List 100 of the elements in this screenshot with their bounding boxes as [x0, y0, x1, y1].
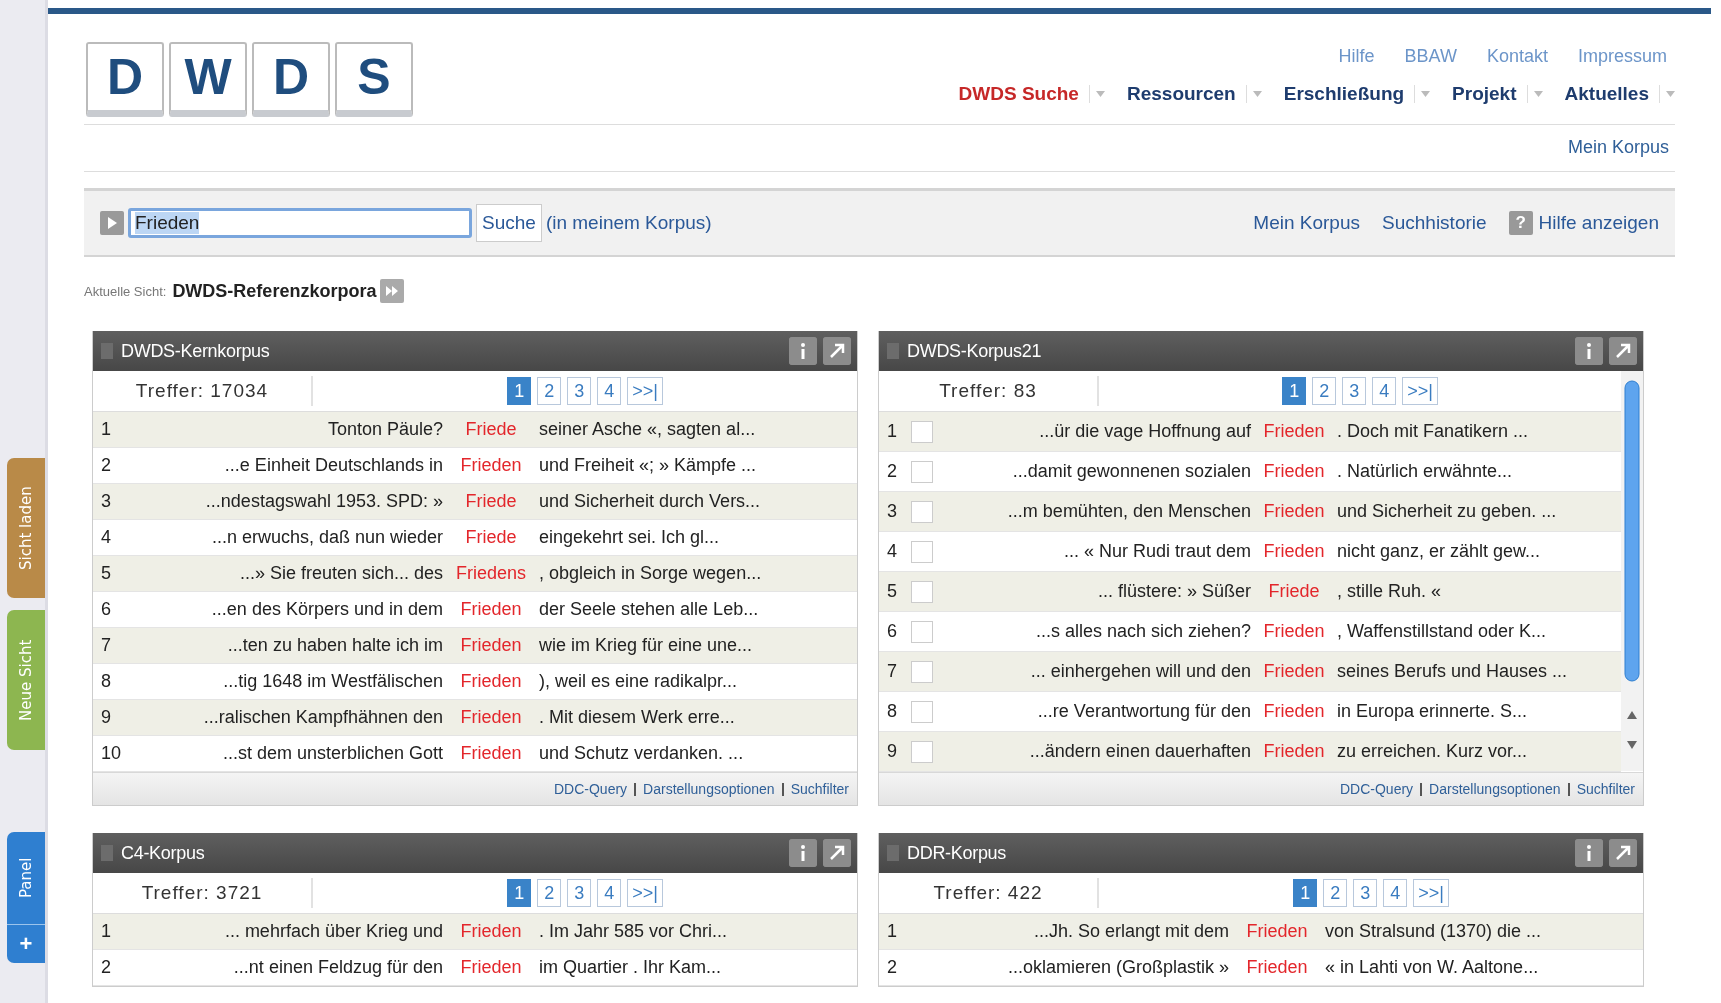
search-field[interactable]: Frieden [128, 208, 472, 238]
footer-link[interactable]: Suchfilter [1576, 781, 1635, 797]
checkbox[interactable] [911, 420, 933, 443]
keyword-match[interactable]: Frieden [1255, 621, 1333, 642]
nav-item[interactable]: Projekt [1452, 83, 1517, 105]
keyword-match[interactable]: Frieden [1255, 461, 1333, 482]
page-button[interactable]: 3 [1342, 377, 1367, 405]
checkbox[interactable] [911, 740, 933, 763]
help-link[interactable]: Hilfe anzeigen [1538, 212, 1659, 234]
checkbox[interactable] [911, 660, 933, 683]
toolbar-link[interactable]: Suchhistorie [1382, 212, 1487, 234]
logo-tile[interactable]: W [169, 42, 247, 117]
info-icon[interactable] [1575, 337, 1603, 365]
checkbox[interactable] [911, 540, 933, 563]
caret-icon[interactable] [1421, 91, 1431, 97]
page-button[interactable]: 3 [567, 377, 592, 405]
nav-item[interactable]: Ressourcen [1126, 83, 1236, 105]
page-button[interactable]: 1 [507, 377, 532, 405]
nav-item[interactable]: Erschließung [1283, 83, 1405, 105]
keyword-match[interactable]: Frieden [447, 455, 535, 476]
expand-arrow-icon[interactable] [823, 337, 851, 365]
page-button[interactable]: 2 [1312, 377, 1337, 405]
checkbox[interactable] [911, 580, 933, 603]
page-button[interactable]: 3 [1353, 879, 1378, 907]
page-button[interactable]: >>| [1402, 377, 1438, 405]
keyword-match[interactable]: Friede [447, 491, 535, 512]
keyword-match[interactable]: Frieden [1255, 701, 1333, 722]
footer-link[interactable]: Darstellungsoptionen [643, 781, 775, 797]
caret-icon[interactable] [1533, 91, 1543, 97]
keyword-match[interactable]: Frieden [447, 957, 535, 978]
caret-icon[interactable] [1666, 91, 1675, 97]
drag-handle-icon[interactable] [101, 343, 113, 359]
keyword-match[interactable]: Friede [447, 419, 535, 440]
keyword-match[interactable]: Frieden [447, 671, 535, 692]
expand-arrow-icon[interactable] [1609, 337, 1637, 365]
caret-icon[interactable] [1252, 91, 1262, 97]
page-button[interactable]: 1 [1282, 377, 1307, 405]
nav-item[interactable]: DWDS Suche [958, 83, 1079, 105]
sub-nav-link[interactable]: Mein Korpus [1567, 137, 1669, 158]
page-button[interactable]: 1 [1293, 879, 1318, 907]
keyword-match[interactable]: Frieden [1255, 741, 1333, 762]
keyword-match[interactable]: Frieden [447, 599, 535, 620]
toolbar-link[interactable]: Mein Korpus [1253, 212, 1360, 234]
drag-handle-icon[interactable] [101, 845, 113, 861]
info-icon[interactable] [789, 839, 817, 867]
keyword-match[interactable]: Frieden [1255, 661, 1333, 682]
keyword-match[interactable]: Frieden [1255, 421, 1333, 442]
checkbox[interactable] [911, 460, 933, 483]
panel-tab[interactable]: Panel + [7, 832, 45, 963]
info-icon[interactable] [789, 337, 817, 365]
caret-icon[interactable] [1095, 91, 1105, 97]
forward-icon[interactable] [380, 279, 405, 303]
side-tab[interactable]: Neue Sicht [7, 610, 45, 750]
footer-link[interactable]: DDC-Query [554, 781, 628, 797]
keyword-match[interactable]: Frieden [1233, 921, 1321, 942]
footer-link[interactable]: Darstellungsoptionen [1429, 781, 1561, 797]
top-link[interactable]: Hilfe [1338, 46, 1375, 67]
page-button[interactable]: >>| [627, 377, 663, 405]
expand-arrow-icon[interactable] [823, 839, 851, 867]
page-button[interactable]: 4 [597, 879, 622, 907]
page-button[interactable]: >>| [1413, 879, 1449, 907]
checkbox[interactable] [911, 500, 933, 523]
keyword-match[interactable]: Friedens [447, 563, 535, 584]
page-button[interactable]: 3 [567, 879, 592, 907]
nav-item[interactable]: Aktuelles [1564, 83, 1649, 105]
keyword-match[interactable]: Frieden [447, 635, 535, 656]
footer-link[interactable]: Suchfilter [790, 781, 849, 797]
logo-tile[interactable]: D [86, 42, 164, 117]
keyword-match[interactable]: Frieden [1233, 957, 1321, 978]
footer-link[interactable]: DDC-Query [1340, 781, 1414, 797]
page-button[interactable]: >>| [627, 879, 663, 907]
top-link[interactable]: BBAW [1404, 46, 1457, 67]
help-icon[interactable]: ? [1508, 211, 1533, 235]
page-button[interactable]: 4 [1383, 879, 1408, 907]
logo-tile[interactable]: S [335, 42, 413, 117]
drag-handle-icon[interactable] [887, 845, 899, 861]
page-button[interactable]: 2 [1323, 879, 1348, 907]
keyword-match[interactable]: Frieden [1255, 541, 1333, 562]
top-link[interactable]: Impressum [1578, 46, 1667, 67]
side-tab[interactable]: Sicht laden [7, 458, 45, 598]
info-icon[interactable] [1575, 839, 1603, 867]
page-button[interactable]: 2 [537, 377, 562, 405]
keyword-match[interactable]: Friede [1255, 581, 1333, 602]
logo-tile[interactable]: D [252, 42, 330, 117]
keyword-match[interactable]: Friede [447, 527, 535, 548]
keyword-match[interactable]: Frieden [447, 707, 535, 728]
keyword-match[interactable]: Frieden [1255, 501, 1333, 522]
play-icon[interactable] [100, 211, 124, 235]
drag-handle-icon[interactable] [887, 343, 899, 359]
checkbox[interactable] [911, 700, 933, 723]
checkbox[interactable] [911, 620, 933, 643]
page-button[interactable]: 4 [1372, 377, 1397, 405]
keyword-match[interactable]: Frieden [447, 743, 535, 764]
keyword-match[interactable]: Frieden [447, 921, 535, 942]
expand-arrow-icon[interactable] [1609, 839, 1637, 867]
page-button[interactable]: 2 [537, 879, 562, 907]
search-button[interactable]: Suche [476, 204, 542, 242]
page-button[interactable]: 1 [507, 879, 532, 907]
top-link[interactable]: Kontakt [1486, 46, 1548, 67]
scrollbar[interactable] [1621, 371, 1643, 771]
